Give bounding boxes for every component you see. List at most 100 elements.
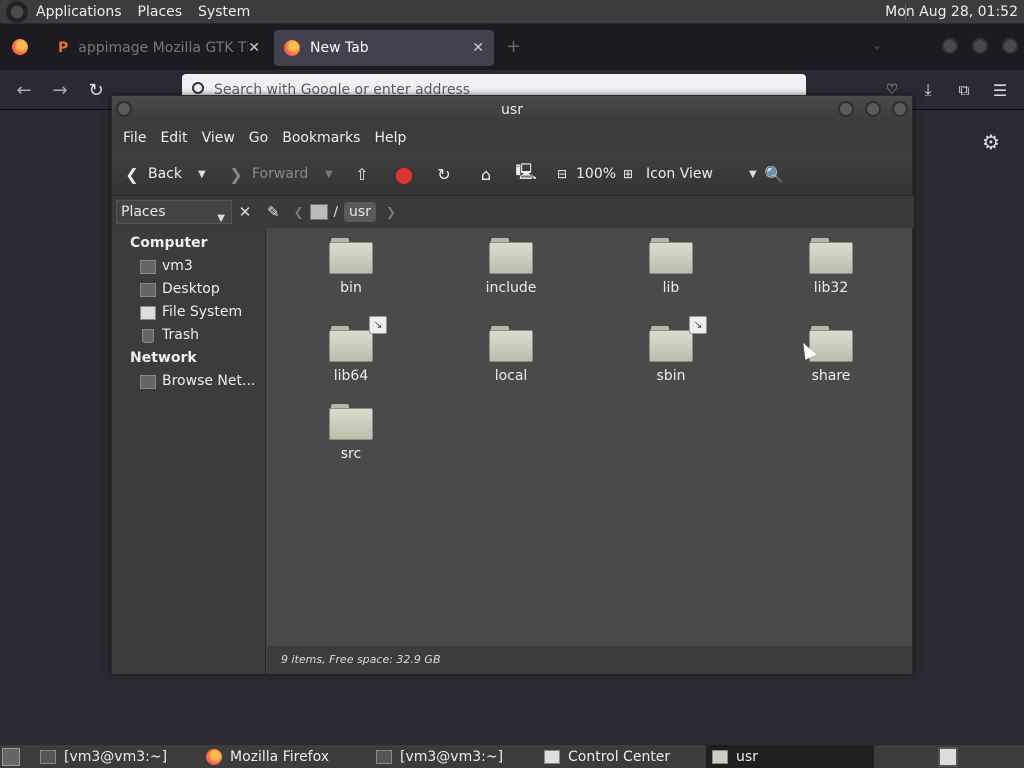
stop-button[interactable]: ⬤	[394, 152, 420, 196]
file-name: share	[811, 368, 851, 384]
computer-icon: 🖳	[515, 161, 537, 181]
root-drive-icon[interactable]	[309, 204, 328, 220]
minimize-button[interactable]	[838, 101, 854, 117]
browser-close-button[interactable]	[1002, 38, 1018, 54]
menu-view[interactable]: View	[195, 130, 242, 146]
up-button[interactable]: ⇧	[352, 152, 378, 196]
home-button[interactable]: ⌂	[476, 152, 502, 196]
taskbar-label: Mozilla Firefox	[230, 749, 330, 765]
crumb-current[interactable]: usr	[344, 202, 376, 222]
new-tab-plus-icon[interactable]: +	[506, 36, 521, 57]
maximize-button[interactable]	[865, 101, 881, 117]
menu-go[interactable]: Go	[242, 130, 275, 146]
window-title: usr	[501, 102, 523, 118]
view-mode-select[interactable]: Icon View ▼	[646, 152, 757, 196]
downloads-icon[interactable]: ⤓	[916, 78, 940, 102]
mate-logo-icon[interactable]	[6, 0, 28, 23]
back-arrow-icon[interactable]: ←	[12, 78, 36, 102]
browser-minimize-button[interactable]	[942, 38, 958, 54]
up-arrow-icon: ⇧	[355, 164, 369, 184]
forward-history-dropdown[interactable]: ▼	[325, 152, 333, 196]
browser-tab-new-tab[interactable]: New Tab ✕	[274, 30, 494, 66]
forward-button[interactable]: ❯ Forward	[226, 152, 308, 196]
menu-file[interactable]: File	[116, 130, 153, 146]
file-name: sbin	[656, 368, 686, 384]
taskbar-item-firefox[interactable]: Mozilla Firefox	[200, 745, 366, 768]
workspace-switcher[interactable]	[938, 747, 958, 767]
applications-menu[interactable]: Applications	[28, 0, 130, 24]
toolbar: ❮ Back ▼ ❯ Forward ▼ ⇧ ⬤ ↻ ⌂ 🖳 ⊟ 100% ⊞ …	[112, 152, 912, 196]
zoom-level[interactable]: 100%	[576, 152, 616, 196]
sidebar-item-vm3[interactable]: vm3	[112, 255, 265, 278]
file-item[interactable]: lib	[611, 238, 731, 296]
back-history-dropdown[interactable]: ▼	[198, 152, 206, 196]
back-button[interactable]: ❮ Back	[122, 152, 182, 196]
clock[interactable]: Mon Aug 28, 01:52	[885, 0, 1018, 24]
close-button[interactable]	[892, 101, 908, 117]
file-item[interactable]: share	[771, 326, 891, 384]
sidebar-item-browse-network[interactable]: Browse Net...	[112, 370, 265, 393]
sidebar-heading-network: Network	[130, 350, 197, 366]
sidebar-item-label: Trash	[162, 327, 199, 343]
system-menu[interactable]: System	[190, 0, 258, 24]
places-sidebar: Computer vm3 Desktop File System Trash N…	[112, 228, 266, 674]
menu-help[interactable]: Help	[367, 130, 413, 146]
taskbar-item-terminal-2[interactable]: [vm3@vm3:~]	[370, 745, 534, 768]
reload-button[interactable]: ↻	[434, 152, 460, 196]
sidebar-item-label: Desktop	[162, 281, 220, 297]
file-item[interactable]: include	[451, 238, 571, 296]
browser-maximize-button[interactable]	[972, 38, 988, 54]
crumb-left-arrow-icon[interactable]: ❮	[294, 205, 304, 219]
file-item[interactable]: ↘ lib64	[291, 316, 411, 384]
status-bar: 9 items, Free space: 32.9 GB	[267, 646, 912, 674]
menu-edit[interactable]: Edit	[153, 130, 194, 146]
network-icon	[140, 374, 156, 389]
menu-bookmarks[interactable]: Bookmarks	[275, 130, 367, 146]
sidebar-type-select[interactable]: Places ▼	[116, 200, 232, 224]
show-desktop-button[interactable]	[2, 748, 20, 766]
window-menu-button[interactable]	[116, 101, 132, 117]
edit-location-icon[interactable]: ✎	[267, 203, 280, 221]
back-arrow-icon: ❮	[125, 164, 139, 184]
zoom-in-button[interactable]: ⊞	[618, 152, 644, 196]
folder-icon: ↘	[649, 316, 707, 362]
close-sidebar-icon[interactable]: ✕	[235, 200, 255, 224]
hamburger-menu-icon[interactable]: ☰	[988, 78, 1012, 102]
file-name: bin	[340, 280, 362, 296]
terminal-icon	[40, 750, 56, 764]
crumb-separator[interactable]: /	[334, 205, 338, 220]
menubar: File Edit View Go Bookmarks Help	[112, 124, 912, 152]
close-tab-icon[interactable]: ✕	[248, 40, 260, 56]
file-item[interactable]: lib32	[771, 238, 891, 296]
taskbar-item-usr[interactable]: usr	[706, 745, 874, 768]
tab-title: New Tab	[310, 40, 369, 56]
taskbar-item-terminal[interactable]: [vm3@vm3:~]	[34, 745, 196, 768]
sidebar-item-file-system[interactable]: File System	[112, 301, 265, 324]
file-item[interactable]: local	[451, 326, 571, 384]
browser-tab-appimage[interactable]: P appimage Mozilla GTK Th ✕	[48, 30, 270, 66]
file-item[interactable]: src	[291, 404, 411, 462]
places-menu[interactable]: Places	[130, 0, 191, 24]
search-button[interactable]: 🔍	[764, 152, 790, 196]
drive-icon	[140, 305, 156, 320]
control-center-icon	[544, 750, 560, 764]
file-item[interactable]: ↘ sbin	[611, 316, 731, 384]
extensions-icon[interactable]: ⧉	[952, 78, 976, 102]
reload-icon[interactable]: ↻	[84, 78, 108, 102]
sidebar-item-trash[interactable]: Trash	[112, 324, 265, 347]
file-name: lib	[662, 280, 680, 296]
sidebar-item-desktop[interactable]: Desktop	[112, 278, 265, 301]
firefox-view-icon[interactable]	[12, 39, 28, 59]
list-tabs-chevron-icon[interactable]: ⌄	[872, 38, 882, 52]
zoom-out-button[interactable]: ⊟	[552, 152, 578, 196]
file-item[interactable]: bin	[291, 238, 411, 296]
file-icon-view[interactable]: bin include lib lib32 ↘ lib64 local ↘ sb…	[267, 228, 912, 646]
window-titlebar[interactable]: usr	[112, 96, 912, 124]
gear-icon[interactable]: ⚙	[982, 130, 1000, 154]
computer-button[interactable]: 🖳	[515, 152, 542, 196]
forward-arrow-icon[interactable]: →	[48, 78, 72, 102]
close-tab-icon[interactable]: ✕	[472, 40, 484, 56]
taskbar-item-control-center[interactable]: Control Center	[538, 745, 704, 768]
search-icon: 🔍	[764, 164, 784, 184]
crumb-right-arrow-icon[interactable]: ❯	[386, 205, 396, 219]
